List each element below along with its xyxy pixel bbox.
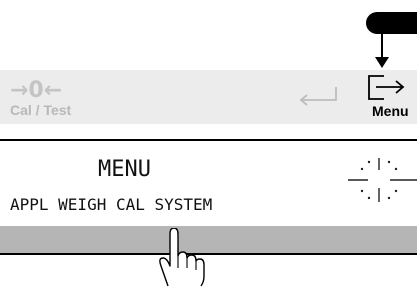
zero-arrows-icon[interactable]: →0← — [10, 80, 62, 102]
menu-key-label[interactable]: Menu — [372, 104, 409, 118]
crosshair-icon — [348, 158, 417, 202]
enter-return-icon[interactable] — [296, 85, 340, 107]
display-title: MENU — [98, 157, 151, 182]
hand-pointer-icon — [159, 228, 205, 287]
menu-options-row[interactable]: APPL WEIGH CAL SYSTEM — [10, 197, 212, 213]
cal-test-label[interactable]: Cal / Test — [10, 103, 71, 117]
menu-exit-icon[interactable] — [362, 74, 408, 102]
down-arrow-icon — [375, 30, 389, 68]
